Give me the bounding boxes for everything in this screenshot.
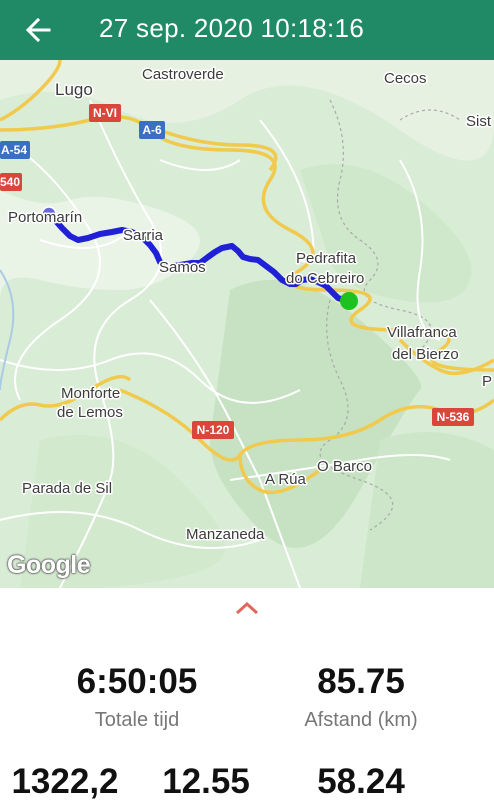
place-label: de Lemos bbox=[57, 404, 123, 421]
svg-text:A-54: A-54 bbox=[1, 143, 27, 157]
stat-value: 1322,2 bbox=[11, 762, 119, 801]
distance-value: 85.75 bbox=[317, 662, 405, 701]
place-label: Portomarín bbox=[8, 209, 82, 226]
stat-value: 58.24 bbox=[317, 762, 405, 801]
distance-label: Afstand (km) bbox=[304, 709, 418, 731]
place-label: Pedrafita bbox=[296, 250, 357, 267]
arrow-back-icon[interactable] bbox=[20, 12, 56, 48]
app-bar: 27 sep. 2020 10:18:16 bbox=[0, 0, 494, 60]
total-time-value: 6:50:05 bbox=[76, 662, 198, 701]
road-shield-n120: N-120 bbox=[192, 421, 234, 439]
place-label: Samos bbox=[159, 259, 206, 276]
place-label: Sarria bbox=[123, 227, 164, 244]
svg-text:N-VI: N-VI bbox=[93, 106, 117, 120]
svg-text:A-6: A-6 bbox=[142, 123, 162, 137]
place-label: Sist bbox=[466, 113, 492, 130]
svg-text:N-120: N-120 bbox=[197, 423, 230, 437]
place-label: P bbox=[482, 373, 492, 390]
road-shield-a54: A-54 bbox=[0, 141, 30, 159]
place-label: Manzaneda bbox=[186, 526, 265, 543]
road-shield-n536: N-536 bbox=[432, 408, 474, 426]
place-label: del Bierzo bbox=[392, 346, 459, 363]
road-shield-540: 540 bbox=[0, 173, 22, 191]
place-label: Cecos bbox=[384, 70, 427, 87]
place-label: Monforte bbox=[61, 385, 120, 402]
google-logo: Google bbox=[7, 551, 91, 579]
chevron-up-icon[interactable] bbox=[234, 600, 260, 616]
road-shield-nvi: N-VI bbox=[89, 104, 121, 122]
svg-text:N-536: N-536 bbox=[437, 410, 470, 424]
end-marker bbox=[340, 292, 358, 310]
place-label: Lugo bbox=[55, 80, 93, 99]
page-title: 27 sep. 2020 10:18:16 bbox=[99, 13, 365, 43]
place-label: do Cebreiro bbox=[286, 270, 364, 287]
place-label: Villafranca bbox=[387, 324, 457, 341]
svg-text:540: 540 bbox=[0, 175, 20, 189]
stat-value: 12.55 bbox=[162, 762, 250, 801]
place-label: O Barco bbox=[317, 458, 372, 475]
place-label: Castroverde bbox=[142, 66, 224, 83]
place-label: A Rúa bbox=[265, 471, 307, 488]
total-time-label: Totale tijd bbox=[94, 709, 180, 731]
place-label: Parada de Sil bbox=[22, 480, 112, 497]
route-map[interactable]: N-VI A-6 A-54 540 N-120 N-536 Lugo Castr… bbox=[0, 60, 494, 588]
road-shield-a6: A-6 bbox=[139, 121, 165, 139]
